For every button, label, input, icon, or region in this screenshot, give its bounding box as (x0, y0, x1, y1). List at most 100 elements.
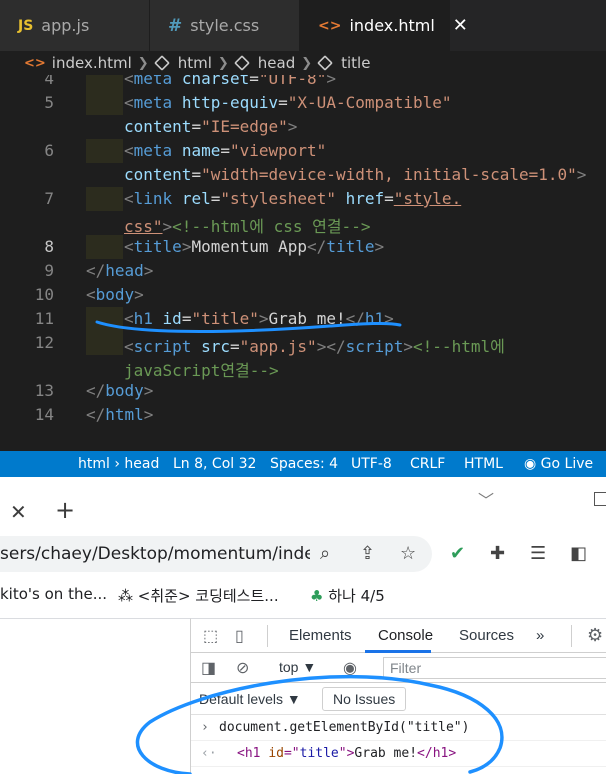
bookmark-icon: ⁂ (118, 587, 133, 605)
console-levels-bar: Default levels ▼ No Issues (191, 683, 606, 715)
line-number: 10 (34, 285, 54, 304)
breadcrumb: <> index.html ❯ html ❯ head ❯ title (0, 51, 606, 75)
tab-app-js[interactable]: JS app.js (0, 0, 150, 51)
console-command[interactable]: document.getElementById("title") (219, 720, 469, 735)
element-icon (233, 55, 250, 71)
status-encoding[interactable]: UTF-8 (351, 456, 392, 472)
clear-console-icon[interactable]: ⊘ (236, 658, 249, 678)
chevron-down-icon[interactable]: ﹀ (478, 487, 494, 511)
code-line: content="IE=edge"> (124, 117, 298, 136)
tab-style-css[interactable]: # style.css (150, 0, 300, 51)
close-tab-icon[interactable]: ✕ (10, 500, 27, 524)
device-toolbar-icon[interactable]: ▯ (235, 626, 244, 646)
breadcrumb-item[interactable]: html (178, 54, 212, 72)
code-line: <meta charset="UTF-8"> (124, 75, 336, 88)
code-line: <meta name="viewport" (124, 141, 327, 160)
sidebar-toggle-icon[interactable]: ◨ (201, 658, 216, 678)
bookmark-item[interactable]: ⁂ <취준> 코딩테스트... (118, 585, 279, 606)
search-icon[interactable]: ⌕ (320, 543, 330, 564)
side-panel-icon[interactable]: ◧ (570, 543, 587, 564)
line-number: 7 (44, 189, 54, 208)
context-selector[interactable]: top ▼ (279, 659, 316, 675)
code-line: <body> (86, 285, 144, 304)
issues-button[interactable]: No Issues (322, 687, 407, 711)
code-line: javaScript연결--> (124, 361, 279, 380)
puzzle-icon[interactable]: ✚ (490, 543, 505, 564)
filter-input[interactable]: Filter (383, 657, 606, 679)
broadcast-icon: ◉ (524, 456, 537, 472)
status-path[interactable]: html › head (78, 456, 159, 472)
code-line: <h1 id="title">Grab me!</h1> (124, 309, 394, 328)
vscode-window: JS app.js # style.css <> index.html ✕ <>… (0, 0, 606, 477)
line-number: 12 (34, 333, 54, 352)
browser-tab-strip: ✕ + ﹀ (0, 477, 606, 536)
maximize-icon[interactable] (594, 492, 606, 506)
indent-guide (86, 187, 123, 211)
console-result[interactable]: <h1 id="title">Grab me!</h1> (237, 746, 456, 761)
bookmarks-bar: kito's on the... ⁂ <취준> 코딩테스트... ♣ 하나 4/… (0, 581, 606, 611)
bookmark-icon: ♣ (310, 587, 324, 605)
inspect-icon[interactable]: ⬚ (203, 626, 218, 646)
line-number: 5 (44, 93, 54, 112)
gear-icon[interactable]: ⚙ (587, 625, 603, 646)
line-number: 14 (34, 405, 54, 424)
console-output-line: ‹· <h1 id="title">Grab me!</h1> (191, 741, 606, 767)
code-line: </head> (86, 261, 154, 280)
url-text[interactable]: sers/chaey/Desktop/momentum/inde... (0, 544, 310, 564)
bookmark-item[interactable]: kito's on the... (0, 585, 107, 603)
chevron-right-icon: ❯ (301, 55, 313, 71)
more-tabs-button[interactable]: » (536, 627, 544, 644)
status-eol[interactable]: CRLF (410, 456, 445, 472)
editor-tabs: JS app.js # style.css <> index.html ✕ (0, 0, 606, 51)
new-tab-button[interactable]: + (55, 496, 75, 524)
code-line: <title>Momentum App</title> (124, 237, 385, 256)
tab-index-html[interactable]: <> index.html ✕ (300, 0, 468, 51)
breadcrumb-item[interactable]: title (341, 54, 370, 72)
star-icon[interactable]: ☆ (400, 543, 416, 564)
tab-label: index.html (349, 16, 435, 35)
line-number: 9 (44, 261, 54, 280)
browser-window: ✕ + ﹀ sers/chaey/Desktop/momentum/inde..… (0, 477, 606, 774)
bookmark-item[interactable]: ♣ 하나 4/5 (310, 585, 385, 606)
tab-elements[interactable]: Elements (289, 627, 352, 644)
tab-sources[interactable]: Sources (459, 627, 514, 644)
share-icon[interactable]: ⇪ (360, 543, 375, 564)
status-indentation[interactable]: Spaces: 4 (270, 456, 338, 472)
devtools-panel: ⬚ ▯ Elements Console Sources » ⚙ ◨ ⊘ top… (190, 618, 606, 774)
code-line: css"><!--html에 css 연결--> (124, 217, 371, 236)
media-icon[interactable]: ☰ (530, 543, 546, 564)
code-line: </html> (86, 405, 154, 424)
line-number: 6 (44, 141, 54, 160)
eye-icon[interactable]: ◉ (343, 658, 357, 678)
divider (267, 625, 268, 647)
breadcrumb-item[interactable]: index.html (52, 54, 132, 72)
status-cursor-position[interactable]: Ln 8, Col 32 (173, 456, 256, 472)
close-icon[interactable]: ✕ (453, 15, 468, 36)
code-line: </body> (86, 381, 154, 400)
js-file-icon: JS (18, 17, 34, 34)
extension-icon[interactable]: ✔ (450, 543, 465, 564)
go-live-button[interactable]: ◉ Go Live (524, 456, 593, 472)
code-editor[interactable]: 4 5 6 7 8 9 10 11 12 13 14 <meta charset… (0, 75, 606, 451)
chevron-right-icon: ❯ (137, 55, 149, 71)
code-line: <link rel="stylesheet" href="style. (124, 189, 462, 208)
indent-guide (86, 331, 123, 355)
indent-guide (86, 139, 123, 163)
tab-label: style.css (190, 16, 260, 35)
console-input-line: › document.getElementById("title") (191, 715, 606, 741)
indent-guide (86, 91, 123, 115)
breadcrumb-item[interactable]: head (258, 54, 295, 72)
line-number: 13 (34, 381, 54, 400)
element-icon (153, 55, 170, 71)
page-viewport (0, 618, 190, 774)
code-line: <script src="app.js"></script><!--html에 (124, 337, 505, 356)
tab-label: app.js (41, 16, 90, 35)
status-language[interactable]: HTML (464, 456, 503, 472)
log-levels-dropdown[interactable]: Default levels ▼ (199, 691, 301, 707)
devtools-tabs: ⬚ ▯ Elements Console Sources » ⚙ (191, 619, 606, 653)
line-number: 4 (44, 75, 54, 88)
divider (571, 625, 572, 647)
indent-guide (86, 235, 123, 259)
tab-console[interactable]: Console (378, 627, 433, 644)
css-file-icon: # (168, 15, 183, 36)
